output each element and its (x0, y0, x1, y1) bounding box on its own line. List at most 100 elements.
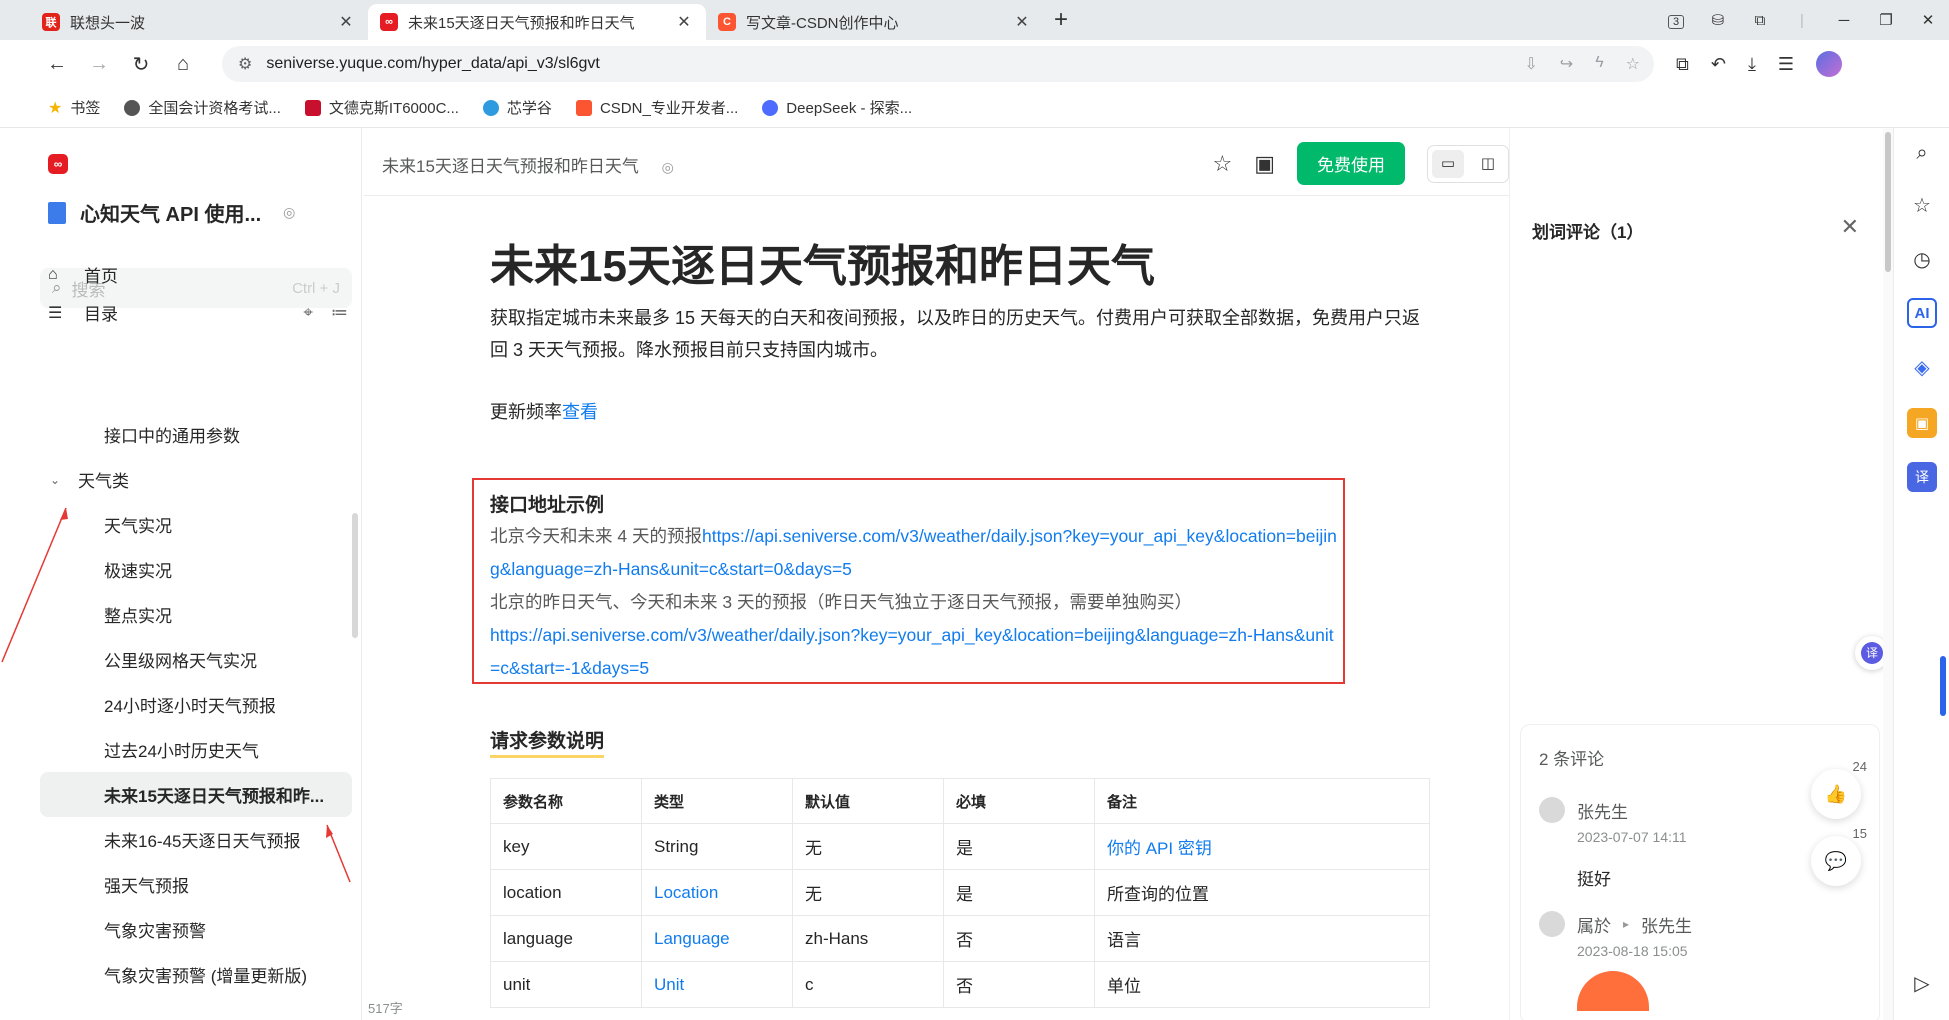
address-bar-actions: ⇩ ↪ ϟ ☆ (1524, 54, 1640, 74)
table-cell-link[interactable]: 你的 API 密钥 (1094, 823, 1430, 870)
reply-button[interactable]: 💬 15 (1811, 826, 1867, 886)
bookmark-item[interactable]: 芯学谷 (482, 97, 552, 118)
toc-item[interactable]: 极速实况 (30, 547, 362, 592)
workspaces-icon[interactable]: ⛁ (1697, 11, 1739, 29)
forward-button[interactable]: → (78, 53, 120, 76)
tab-actions-icon[interactable]: 3 (1655, 12, 1697, 29)
profile-avatar[interactable] (1816, 51, 1843, 77)
table-cell: 无 (792, 869, 944, 916)
table-cell-link[interactable]: Location (641, 869, 793, 916)
accounting-icon (124, 99, 141, 116)
url-text[interactable]: seniverse.yuque.com/hyper_data/api_v3/sl… (266, 55, 600, 73)
bookmark-item[interactable]: 全国会计资格考试... (124, 97, 281, 118)
window-controls: 3 ⛁ ⧉ | ─ ❐ ✕ (1655, 0, 1949, 40)
toolbox-icon[interactable]: ▣ (1907, 408, 1937, 438)
present-icon[interactable]: ▣ (1254, 151, 1275, 177)
params-table: 参数名称 类型 默认值 必填 备注 key String 无 是 你的 API … (490, 778, 1430, 1008)
close-icon[interactable]: ✕ (336, 12, 356, 32)
example-url-2[interactable]: https://api.seniverse.com/v3/weather/dai… (490, 625, 1334, 678)
history-icon[interactable]: ◷ (1907, 244, 1937, 274)
close-window-button[interactable]: ✕ (1907, 11, 1949, 29)
tab-lenovo[interactable]: 联 联想头一波 ✕ (30, 4, 368, 40)
toc-item-selected[interactable]: 未来15天逐日天气预报和昨... (40, 772, 352, 817)
toc-item[interactable]: 过去24小时历史天气 (30, 727, 362, 772)
copilot-icon[interactable]: AI (1907, 298, 1937, 328)
thumbs-up-icon: 👍 (1824, 783, 1848, 804)
table-cell-link[interactable]: Unit (641, 961, 793, 1008)
favorite-star-icon[interactable]: ☆ (1626, 54, 1640, 74)
chevron-down-icon[interactable]: ⌄ (50, 473, 70, 487)
expand-panel-icon[interactable]: ▷ (1907, 968, 1937, 998)
free-use-button[interactable]: 免费使用 (1297, 142, 1405, 185)
collapse-list-icon[interactable]: ≔ (331, 303, 348, 323)
toc-item[interactable]: 24小时逐小时天气预报 (30, 682, 362, 727)
site-info-icon[interactable]: ⚙ (238, 54, 252, 74)
sidebar-scroll-indicator[interactable] (1940, 656, 1946, 716)
like-button[interactable]: 👍 24 (1811, 759, 1867, 819)
sidebar-item-toc[interactable]: ☰ 目录 ⌖ ≔ (48, 300, 348, 325)
toc-item[interactable]: 公里级网格天气实况 (30, 637, 362, 682)
example-heading: 接口地址示例 (490, 495, 605, 516)
close-icon[interactable]: ✕ (1012, 12, 1032, 32)
install-app-icon[interactable]: ⇩ (1524, 54, 1537, 74)
scrollbar-thumb[interactable] (1885, 132, 1891, 272)
toc-item[interactable]: 接口中的通用参数 (30, 412, 362, 457)
toc-item[interactable]: 气象灾害预警 (30, 907, 362, 952)
table-cell: 否 (943, 915, 1095, 962)
toc-item[interactable]: 天气实况 (30, 502, 362, 547)
home-button[interactable]: ⌂ (162, 53, 204, 76)
yuque-logo[interactable]: ∞ (48, 154, 68, 174)
view-switch: ▭ ◫ (1427, 144, 1509, 183)
downloads-icon[interactable]: ⤓ (1748, 54, 1756, 75)
share-icon[interactable]: ↪ (1560, 54, 1573, 74)
translate-icon[interactable]: 译 (1907, 462, 1937, 492)
table-row: unit Unit c 否 单位 (490, 961, 1430, 1008)
table-cell-link[interactable]: Language (641, 915, 793, 962)
csdn-icon (575, 99, 592, 116)
split-view-icon[interactable]: ◫ (1472, 150, 1504, 178)
close-icon[interactable]: ✕ (674, 12, 694, 32)
view-link[interactable]: 查看 (562, 402, 598, 422)
back-button[interactable]: ← (36, 53, 78, 76)
games-icon[interactable]: ◈ (1907, 352, 1937, 382)
search-icon[interactable]: ⌕ (1907, 138, 1937, 168)
star-icon[interactable]: ☆ (1212, 151, 1232, 177)
globe-icon: ◎ (661, 159, 674, 175)
locate-icon[interactable]: ⌖ (303, 303, 313, 323)
comment-view-icon[interactable]: ▭ (1432, 149, 1464, 178)
star-icon: ★ (48, 99, 63, 117)
table-cell: 无 (792, 823, 944, 870)
toc-item[interactable]: 未来16-45天逐日天气预报 (30, 817, 362, 862)
sidebar-scrollbar[interactable] (352, 513, 358, 638)
toc-item[interactable]: 气象灾害预警 (增量更新版) (30, 952, 362, 997)
bookmark-item[interactable]: 文德克斯IT6000C... (304, 97, 459, 118)
page-scrollbar[interactable] (1883, 128, 1893, 1020)
reload-button[interactable]: ↻ (120, 52, 162, 77)
toc-item[interactable]: 整点实况 (30, 592, 362, 637)
table-header: 必填 (943, 778, 1095, 824)
favorite-icon[interactable]: ☆ (1907, 190, 1937, 220)
section-heading: 请求参数说明 (490, 726, 605, 758)
extensions-icon[interactable]: ⧉ (1739, 12, 1781, 29)
bookmark-item[interactable]: CSDN_专业开发者... (575, 97, 738, 118)
minimize-button[interactable]: ─ (1823, 12, 1865, 29)
address-bar[interactable]: ⚙ seniverse.yuque.com/hyper_data/api_v3/… (222, 46, 1654, 82)
new-tab-button[interactable]: + (1054, 6, 1068, 34)
collections-icon[interactable]: ☰ (1778, 54, 1794, 75)
tab-csdn[interactable]: C 写文章-CSDN创作中心 ✕ (706, 4, 1044, 40)
toc-item[interactable]: 强天气预报 (30, 862, 362, 907)
performance-icon[interactable]: ϟ (1595, 54, 1603, 74)
close-icon[interactable]: ✕ (1841, 214, 1859, 240)
comment-panel: 划词评论（1） ✕ 2 条评论 张先生 2023-07-07 14:11 挺好 … (1509, 128, 1889, 1020)
table-cell: 单位 (1094, 961, 1430, 1008)
undo-icon[interactable]: ↶ (1711, 54, 1726, 75)
extensions-puzzle-icon[interactable]: ⧉ (1676, 54, 1689, 75)
word-count: 517字 (368, 1001, 403, 1016)
restore-button[interactable]: ❐ (1865, 11, 1907, 29)
tab-yuque[interactable]: ∞ 未来15天逐日天气预报和昨日天气 ✕ (368, 4, 706, 40)
book-title[interactable]: 心知天气 API 使用... ◎ (48, 198, 295, 227)
toc-group[interactable]: ⌄ 天气类 (30, 457, 362, 502)
sidebar-item-home[interactable]: ⌂ 首页 (48, 262, 348, 287)
bookmark-item[interactable]: DeepSeek - 探索... (762, 97, 912, 118)
bookmark-item[interactable]: ★ 书签 (48, 97, 100, 118)
